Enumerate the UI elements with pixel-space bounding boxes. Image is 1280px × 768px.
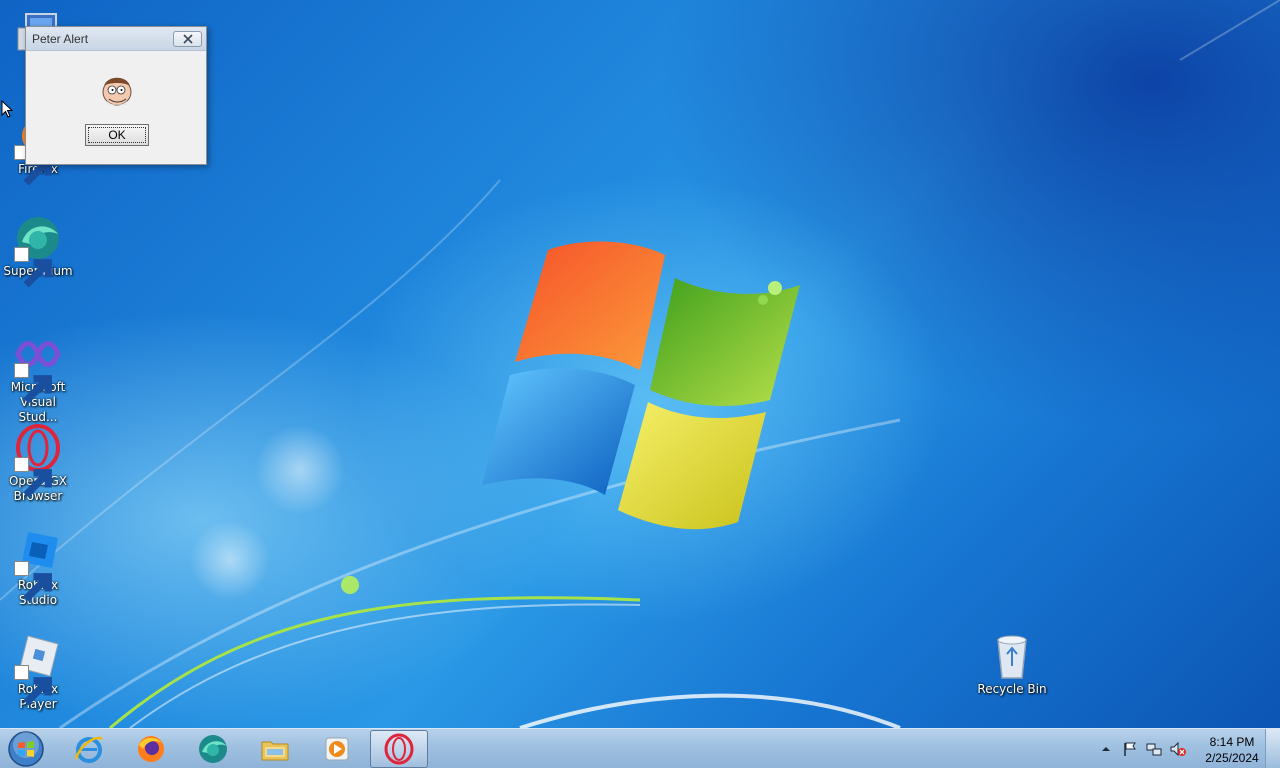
action-center-flag-icon[interactable] [1122,741,1138,757]
shortcut-arrow-icon [14,247,52,288]
start-button[interactable] [6,730,46,768]
peter-alert-dialog[interactable]: Peter Alert OK [25,26,207,165]
taskbar-internet-explorer[interactable] [60,730,118,768]
ok-button[interactable]: OK [85,124,149,146]
supermium-icon [14,214,62,288]
recycle-bin-icon [988,632,1036,680]
opera-gx-icon [14,424,62,498]
system-clock[interactable]: 8:14 PM 2/25/2024 [1196,734,1268,766]
visual-studio-icon [14,330,62,404]
desktop-icon-supermium[interactable]: Supermium [0,214,76,288]
internet-explorer-icon [74,736,103,763]
mouse-cursor-icon [1,100,13,118]
shortcut-arrow-icon [14,665,52,706]
folder-icon [261,741,289,761]
desktop-icon-recycle-bin[interactable]: Recycle Bin [974,632,1050,697]
desktop-icon-roblox-studio[interactable]: Roblox Studio [0,528,76,608]
desktop-icon-opera-gx[interactable]: Opera GX Browser [0,424,76,504]
volume-muted-icon[interactable] [1170,741,1186,757]
windows-orb-icon [8,731,44,767]
dialog-title: Peter Alert [32,32,89,46]
desktop[interactable]: Co Firefox Supermium Microsoft Visual St… [0,0,1280,728]
desktop-icon-label: Recycle Bin [977,682,1047,696]
peter-griffin-face-icon [102,77,132,106]
roblox-studio-icon [14,528,62,602]
dialog-titlebar[interactable]: Peter Alert [26,27,206,51]
taskbar-opera-gx[interactable] [370,730,428,768]
roblox-player-icon [14,632,62,706]
desktop-icon-visual-studio[interactable]: Microsoft Visual Stud... [0,330,76,425]
network-icon[interactable] [1146,741,1162,757]
windows-logo-wallpaper [482,241,800,530]
taskbar[interactable]: 8:14 PM 2/25/2024 [0,728,1280,768]
desktop-icon-roblox-player[interactable]: Roblox Player [0,632,76,712]
taskbar-file-explorer[interactable] [246,730,304,768]
clock-date: 2/25/2024 [1205,751,1259,765]
close-button[interactable] [173,31,202,47]
show-desktop-button[interactable] [1265,729,1280,768]
media-player-icon [325,737,349,761]
close-icon [182,34,193,44]
shortcut-arrow-icon [14,457,52,498]
taskbar-firefox[interactable] [122,730,180,768]
supermium-icon [199,735,227,763]
taskbar-media-player[interactable] [308,730,366,768]
show-hidden-icons-arrow[interactable] [1098,741,1114,757]
shortcut-arrow-icon [14,363,52,404]
taskbar-supermium[interactable] [184,730,242,768]
shortcut-arrow-icon [14,561,52,602]
clock-time: 8:14 PM [1209,735,1255,749]
firefox-icon [138,736,164,762]
opera-gx-icon [384,733,414,765]
